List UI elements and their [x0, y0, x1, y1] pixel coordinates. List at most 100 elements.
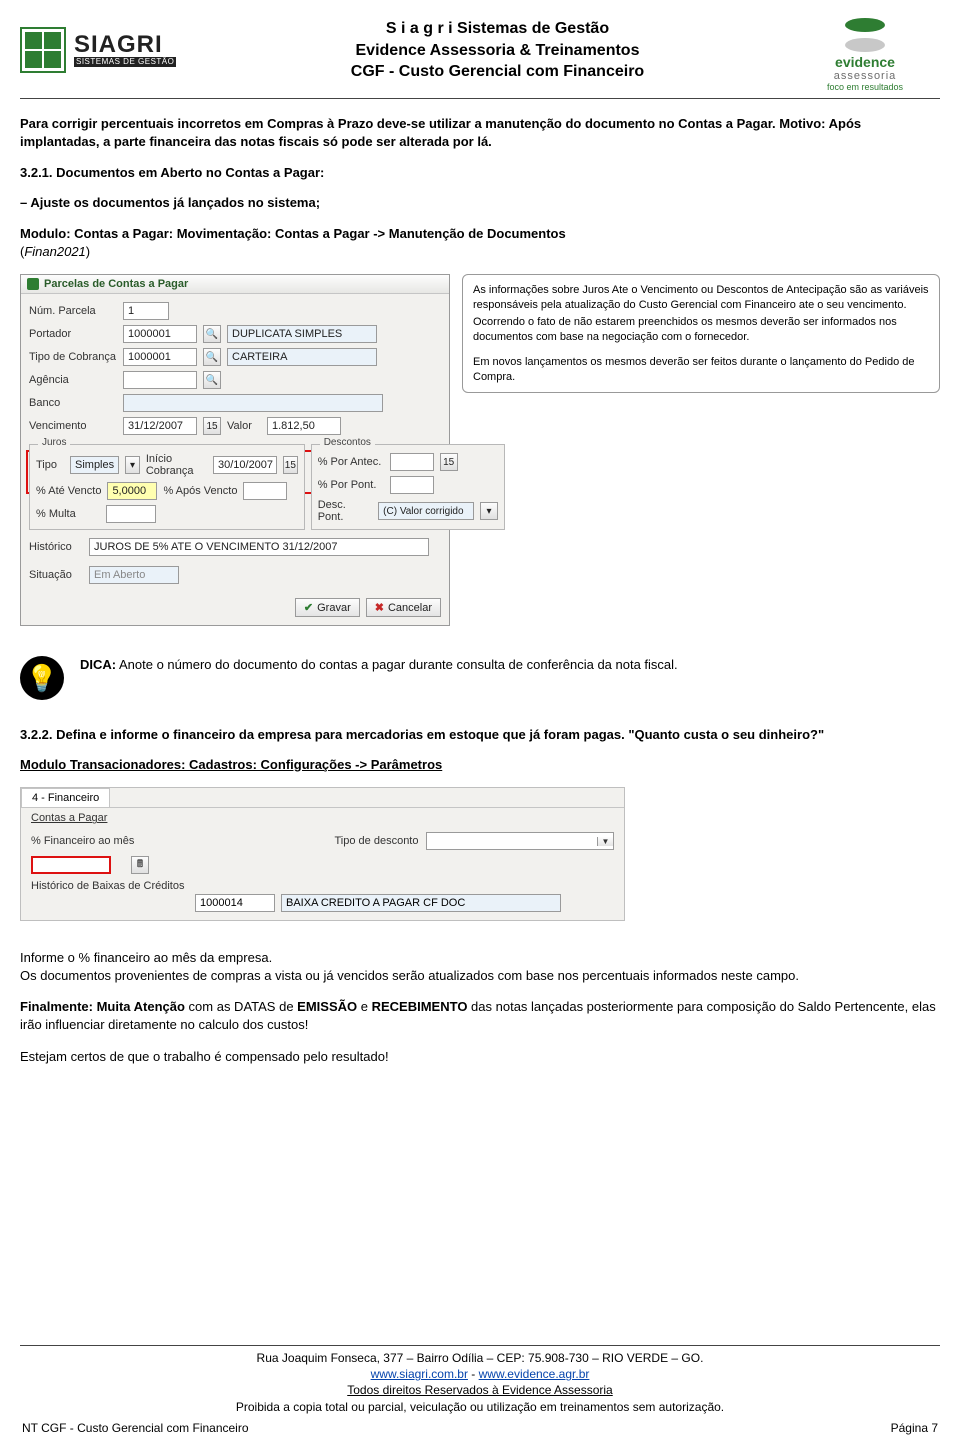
window-icon	[27, 278, 39, 290]
input-portador[interactable]: 1000001	[123, 325, 197, 343]
intro-paragraph: Para corrigir percentuais incorretos em …	[20, 115, 940, 150]
header-title-block: S i a g r i Sistemas de Gestão Evidence …	[205, 18, 790, 83]
calendar-icon[interactable]: 15	[203, 417, 221, 435]
logo-evidence-name: evidence	[790, 54, 940, 70]
window-parametros: 4 - Financeiro Contas a Pagar % Financei…	[20, 787, 625, 921]
input-tipo-cobranca-desc[interactable]: CARTEIRA	[227, 348, 377, 366]
lbl-inicio-cobranca: Início Cobrança	[146, 453, 207, 477]
input-por-antec[interactable]	[390, 453, 434, 471]
input-num-parcela[interactable]: 1	[123, 302, 169, 320]
input-hist-baixas[interactable]: 1000014	[195, 894, 275, 912]
lbl-tipo-desconto: Tipo de desconto	[335, 835, 419, 847]
input-agencia[interactable]	[123, 371, 197, 389]
tab-financeiro[interactable]: 4 - Financeiro	[21, 788, 110, 807]
intro-paragraph-text: Para corrigir percentuais incorretos em …	[20, 116, 861, 149]
lbl-perc-financeiro: % Financeiro ao mês	[31, 835, 311, 847]
input-banco[interactable]	[123, 394, 383, 412]
logo-siagri-name: SIAGRI	[74, 33, 176, 57]
section-322-nav-path: Modulo Transacionadores: Cadastros: Conf…	[20, 757, 442, 772]
dropdown-desc-pont-icon[interactable]: ▾	[480, 502, 497, 520]
lbl-situacao: Situação	[29, 569, 83, 581]
input-ate-vencto[interactable]: 5,0000	[107, 482, 157, 500]
lightbulb-icon: 💡	[20, 656, 64, 700]
closing-p4: Estejam certos de que o trabalho é compe…	[20, 1048, 940, 1066]
lbl-multa: % Multa	[36, 508, 100, 520]
logo-evidence-sub: assessoria	[790, 70, 940, 82]
header-line-3: CGF - Custo Gerencial com Financeiro	[205, 61, 790, 83]
close-icon: ✖	[375, 601, 384, 614]
lbl-desc-pont: Desc. Pont.	[318, 499, 372, 523]
tab-row: 4 - Financeiro	[21, 788, 624, 808]
section-321-code: Finan2021	[24, 244, 85, 259]
callout-p3: Em novos lançamentos os mesmos deverão s…	[473, 355, 929, 385]
footer-right: Página 7	[891, 1421, 938, 1435]
closing-p3d: e	[357, 999, 371, 1014]
input-por-pont[interactable]	[390, 476, 434, 494]
lbl-num-parcela: Núm. Parcela	[29, 305, 117, 317]
footer-left: NT CGF - Custo Gerencial com Financeiro	[22, 1421, 249, 1435]
input-tipo-cobranca[interactable]: 1000001	[123, 348, 197, 366]
lbl-hist-baixas: Histórico de Baixas de Créditos	[31, 880, 311, 892]
lbl-historico: Histórico	[29, 541, 83, 553]
lbl-tipo: Tipo	[36, 459, 64, 471]
footer-rights: Todos direitos Reservados à Evidence Ass…	[20, 1382, 940, 1398]
input-hist-baixas-desc[interactable]: BAIXA CREDITO A PAGAR CF DOC	[281, 894, 561, 912]
calendar-antec-icon[interactable]: 15	[440, 453, 458, 471]
lookup-tipo-cobranca-icon[interactable]: 🔍	[203, 348, 221, 366]
dropdown-tipo-icon[interactable]: ▾	[125, 456, 140, 474]
input-vencimento[interactable]: 31/12/2007	[123, 417, 197, 435]
section-322-title: 3.2.2. Defina e informe o financeiro da …	[20, 726, 940, 744]
cancelar-button[interactable]: ✖ Cancelar	[366, 598, 441, 617]
lbl-ate-vencto: % Até Vencto	[36, 485, 101, 497]
input-inicio-cobranca[interactable]: 30/10/2007	[213, 456, 277, 474]
input-desc-pont[interactable]: (C) Valor corrigido	[378, 502, 474, 520]
callout-p1: As informações sobre Juros Ate o Vencime…	[473, 283, 929, 313]
logo-evidence-tag: foco em resultados	[790, 82, 940, 92]
input-situacao[interactable]: Em Aberto	[89, 566, 179, 584]
window-parcelas: Parcelas de Contas a Pagar Núm. Parcela …	[20, 274, 450, 626]
logo-siagri: SIAGRI SISTEMAS DE GESTÃO	[20, 18, 205, 82]
logo-evidence-icon	[835, 18, 895, 52]
logo-evidence: evidence assessoria foco em resultados	[790, 18, 940, 92]
footer-link-siagri[interactable]: www.siagri.com.br	[371, 1367, 468, 1381]
calc-icon[interactable]: 🖩	[131, 856, 149, 874]
window-parcelas-title: Parcelas de Contas a Pagar	[44, 278, 188, 290]
cancelar-button-label: Cancelar	[388, 602, 432, 614]
input-tipo[interactable]: Simples	[70, 456, 119, 474]
panel-descontos-caption: Descontos	[320, 437, 375, 448]
lbl-valor: Valor	[227, 420, 261, 432]
info-callout: As informações sobre Juros Ate o Vencime…	[462, 274, 940, 393]
footer-warning: Proibida a copia total ou parcial, veicu…	[20, 1399, 940, 1415]
input-historico[interactable]: JUROS DE 5% ATE O VENCIMENTO 31/12/2007	[89, 538, 429, 556]
header-line-2: Evidence Assessoria & Treinamentos	[205, 40, 790, 62]
input-apos-vencto[interactable]	[243, 482, 287, 500]
section-321-nav-path: Modulo: Contas a Pagar: Movimentação: Co…	[20, 226, 566, 241]
lbl-apos-vencto: % Após Vencto	[163, 485, 237, 497]
page-footer: Rua Joaquim Fonseca, 377 – Bairro Odília…	[20, 1345, 940, 1437]
closing-p3b: com as DATAS de	[185, 999, 297, 1014]
calendar-inicio-icon[interactable]: 15	[283, 456, 298, 474]
check-icon: ✔	[304, 601, 313, 614]
header-line-1: S i a g r i Sistemas de Gestão	[205, 18, 790, 40]
input-valor[interactable]: 1.812,50	[267, 417, 341, 435]
lbl-portador: Portador	[29, 328, 117, 340]
input-multa[interactable]	[106, 505, 156, 523]
lbl-agencia: Agência	[29, 374, 117, 386]
panel-juros-caption: Juros	[38, 437, 70, 448]
tip-label: DICA:	[80, 657, 116, 672]
footer-link-evidence[interactable]: www.evidence.agr.br	[479, 1367, 590, 1381]
gravar-button[interactable]: ✔Gravar	[295, 598, 360, 617]
select-tipo-desconto[interactable]: ▼	[426, 832, 614, 850]
page-header: SIAGRI SISTEMAS DE GESTÃO S i a g r i Si…	[20, 18, 940, 99]
input-perc-financeiro[interactable]	[31, 856, 111, 874]
closing-p1: Informe o % financeiro ao mês da empresa…	[20, 949, 940, 967]
window-parcelas-titlebar: Parcelas de Contas a Pagar	[21, 275, 449, 294]
logo-siagri-sub: SISTEMAS DE GESTÃO	[74, 57, 176, 67]
lookup-portador-icon[interactable]: 🔍	[203, 325, 221, 343]
closing-p3c: EMISSÃO	[297, 999, 357, 1014]
input-portador-desc[interactable]: DUPLICATA SIMPLES	[227, 325, 377, 343]
logo-siagri-icon	[20, 27, 66, 73]
lbl-por-pont: % Por Pont.	[318, 479, 384, 491]
lookup-agencia-icon[interactable]: 🔍	[203, 371, 221, 389]
closing-p3e: RECEBIMENTO	[372, 999, 468, 1014]
